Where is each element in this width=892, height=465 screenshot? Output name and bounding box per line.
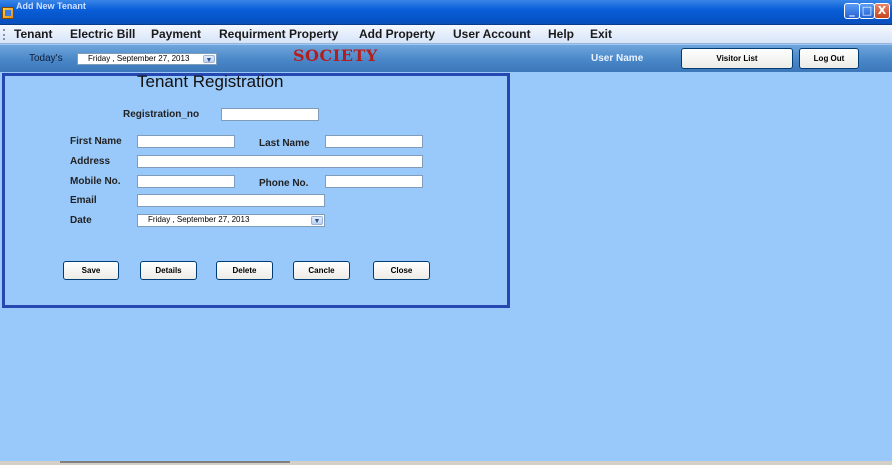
menu-requirment-property[interactable]: Requirment Property [219,27,338,41]
window-title: Add New Tenant [16,1,86,11]
phone-no-label: Phone No. [259,178,309,189]
menu-electric-bill[interactable]: Electric Bill [70,27,135,41]
last-name-input[interactable] [325,135,423,148]
todays-label: Today's [29,53,63,64]
mobile-no-label: Mobile No. [70,176,121,187]
email-input[interactable] [137,194,325,207]
close-form-button[interactable]: Close [373,261,430,280]
date-value: Friday , September 27, 2013 [148,215,250,224]
today-date-picker[interactable]: Friday , September 27, 2013 ▼ [77,53,217,65]
chevron-down-icon[interactable]: ▼ [311,216,323,225]
save-button[interactable]: Save [63,261,119,280]
chevron-down-icon[interactable]: ▼ [203,55,215,64]
date-picker[interactable]: Friday , September 27, 2013 ▼ [137,214,325,227]
bottom-scroll-strip [0,461,892,465]
mobile-no-input[interactable] [137,175,235,188]
address-input[interactable] [137,155,423,168]
visitor-list-button[interactable]: Visitor List [681,48,793,69]
app-icon [2,7,14,19]
registration-no-label: Registration_no [123,109,200,120]
menu-tenant[interactable]: Tenant [14,27,52,41]
details-button[interactable]: Details [140,261,197,280]
form-title: Tenant Registration [137,72,284,91]
first-name-input[interactable] [137,135,235,148]
log-out-button[interactable]: Log Out [799,48,859,69]
registration-no-input[interactable] [221,108,319,121]
today-date-value: Friday , September 27, 2013 [88,54,190,63]
first-name-label: First Name [70,136,122,147]
email-label: Email [70,195,97,206]
menu-user-account[interactable]: User Account [453,27,531,41]
brand-logo: SOCIETY [293,46,378,65]
menu-add-property[interactable]: Add Property [359,27,435,41]
phone-no-input[interactable] [325,175,423,188]
menu-exit[interactable]: Exit [590,27,612,41]
date-label: Date [70,215,92,226]
menu-help[interactable]: Help [548,27,574,41]
address-label: Address [70,156,111,167]
maximize-button[interactable]: □ [859,3,875,19]
user-name-label: User Name [591,53,644,64]
window-title-bar: Add New Tenant _ □ X [0,0,892,25]
cancel-button[interactable]: Cancle [293,261,350,280]
last-name-label: Last Name [259,138,310,149]
close-button[interactable]: X [874,3,890,19]
delete-button[interactable]: Delete [216,261,273,280]
menu-bar: Tenant Electric Bill Payment Requirment … [0,25,892,44]
menu-grip-icon [3,29,5,40]
menu-payment[interactable]: Payment [151,27,201,41]
minimize-button[interactable]: _ [844,3,860,19]
